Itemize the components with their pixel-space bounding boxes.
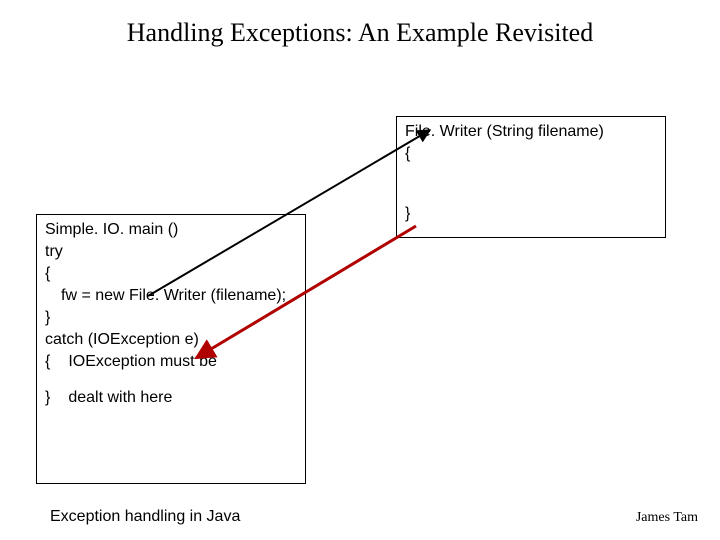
- footer-right: James Tam: [636, 510, 698, 526]
- filewriter-close-brace: }: [397, 203, 665, 225]
- simpleio-header: Simple. IO. main (): [37, 215, 305, 241]
- filewriter-box: File. Writer (String filename) { }: [396, 116, 666, 238]
- catch-line: catch (IOException e): [37, 329, 305, 351]
- catch-close-brace: }: [45, 389, 50, 407]
- simpleio-box: Simple. IO. main () try { fw = new File.…: [36, 214, 306, 484]
- filewriter-header: File. Writer (String filename): [397, 117, 665, 143]
- catch-open-brace: {: [45, 353, 50, 371]
- note-line-1: IOException must be: [68, 353, 217, 371]
- fw-assignment: fw = new File. Writer (filename);: [37, 285, 305, 307]
- note-line-2: dealt with here: [68, 389, 172, 407]
- catch-close-row: } dealt with here: [37, 387, 305, 409]
- try-open-brace: {: [37, 263, 305, 285]
- catch-open-row: { IOException must be: [37, 351, 305, 373]
- filewriter-spacer: [397, 165, 665, 203]
- footer-left: Exception handling in Java: [50, 508, 240, 526]
- try-keyword: try: [37, 241, 305, 263]
- slide-title: Handling Exceptions: An Example Revisite…: [0, 18, 720, 48]
- filewriter-open-brace: {: [397, 143, 665, 165]
- try-close-brace: }: [37, 307, 305, 329]
